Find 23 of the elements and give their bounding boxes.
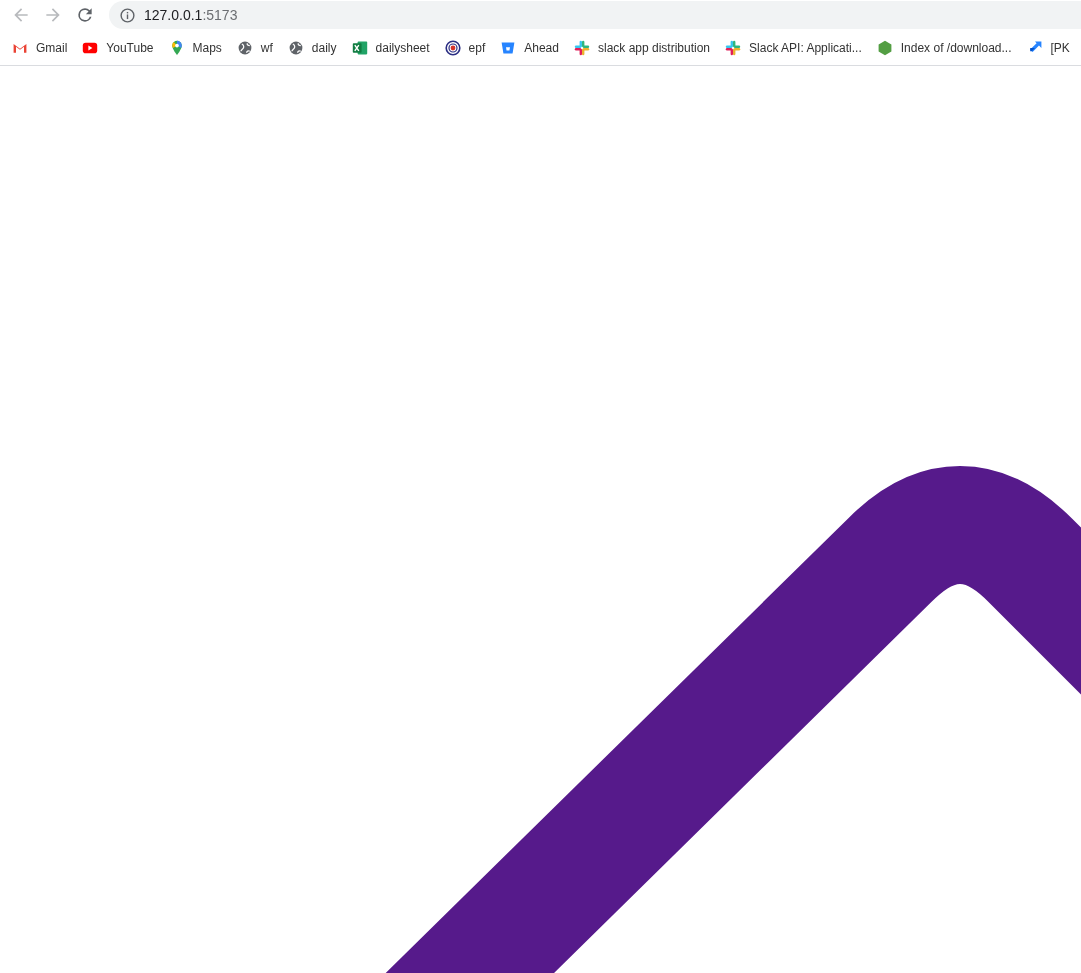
bookmark[interactable]: Ahead	[492, 33, 566, 62]
emblem-icon	[444, 39, 461, 56]
bookmark[interactable]: slack app distribution	[565, 33, 718, 62]
bucket-icon	[500, 39, 517, 56]
reload-icon	[75, 5, 95, 25]
hash-icon	[725, 39, 742, 56]
bookmark[interactable]: Gmail	[4, 33, 75, 62]
hexagon-icon	[876, 39, 893, 56]
globe-icon	[236, 39, 253, 56]
spreadsheet-icon	[351, 39, 368, 56]
address-bar[interactable]: 127.0.0.1:5173	[109, 1, 1081, 29]
bookmark[interactable]: Maps	[160, 33, 229, 62]
bookmark[interactable]: daily	[279, 33, 344, 62]
bookmark[interactable]: [PK	[1018, 33, 1077, 62]
bookmark[interactable]: Index of /download...	[868, 33, 1019, 62]
bookmark[interactable]: epf	[436, 33, 493, 62]
globe-icon	[287, 39, 304, 56]
bookmark[interactable]: Slack API: Applicati...	[717, 33, 869, 62]
info-icon	[119, 6, 136, 24]
bookmark[interactable]: wf	[228, 33, 280, 62]
hash-icon	[573, 39, 590, 56]
bookmark[interactable]: YouTube	[74, 33, 161, 62]
bookmark[interactable]: dailysheet	[343, 33, 437, 62]
